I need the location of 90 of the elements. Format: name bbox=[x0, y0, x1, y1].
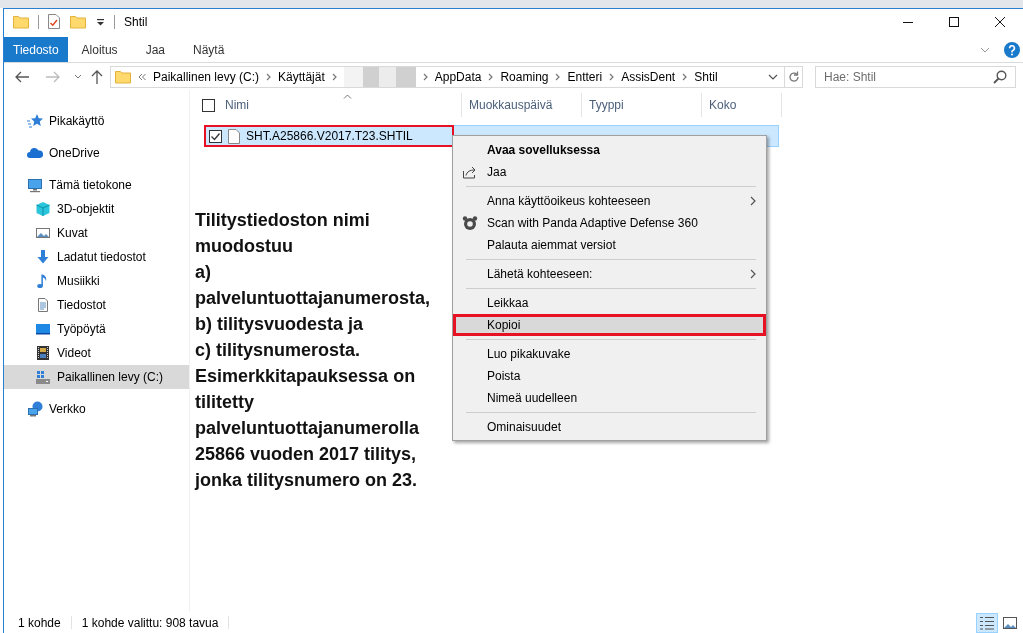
customize-caret-icon[interactable] bbox=[96, 17, 105, 26]
monitor-icon bbox=[27, 177, 43, 193]
breadcrumb[interactable]: Entteri bbox=[567, 69, 603, 84]
column-header[interactable]: Muokkauspäivä bbox=[462, 93, 582, 117]
sidebar-item[interactable]: Ladatut tiedostot bbox=[4, 245, 189, 269]
menu-item[interactable]: Scan with Panda Adaptive Defense 360 bbox=[453, 212, 766, 234]
chevron-right-icon[interactable] bbox=[682, 72, 688, 81]
dropdown-caret-icon[interactable] bbox=[768, 73, 778, 80]
breadcrumb[interactable]: AppData bbox=[434, 69, 482, 84]
star-icon bbox=[27, 113, 43, 129]
chevron-right-icon[interactable] bbox=[331, 72, 337, 81]
sidebar-item[interactable]: Videot bbox=[4, 341, 189, 365]
status-text: 1 kohde bbox=[18, 615, 61, 630]
address-bar[interactable]: Paikallinen levy (C:) Käyttäjät AppData Roaming Entteri AssisDent Shtil bbox=[110, 65, 785, 88]
share-icon bbox=[462, 165, 478, 179]
refresh-button[interactable] bbox=[785, 65, 803, 88]
status-text: 1 kohde valittu: 908 tavua bbox=[81, 615, 219, 630]
menu-item[interactable]: Anna käyttöoikeus kohteeseen bbox=[453, 190, 766, 212]
ring-icon bbox=[462, 215, 478, 231]
file-icon bbox=[228, 128, 240, 144]
sidebar-item[interactable]: Verkko bbox=[4, 397, 189, 421]
close-icon[interactable] bbox=[995, 16, 1005, 27]
view-button[interactable] bbox=[976, 612, 998, 633]
chevron-right-icon[interactable] bbox=[266, 72, 272, 81]
double-chevron-icon[interactable] bbox=[138, 72, 146, 81]
desktop-icon bbox=[35, 321, 51, 337]
sidebar-item[interactable]: Paikallinen levy (C:) bbox=[4, 365, 189, 389]
menu-item[interactable]: Nimeä uudelleen bbox=[453, 387, 766, 409]
annotation-text: Tilitystiedoston nimi muodostuu a) palveluntuottajanumerosta, b) tilitysvuodesta ja c) tilitysnumerosta. Esimerkkitapauksessa on tilitetty palveluntuottajanumerolla 25866 vuoden 2017 tilitys, jonka tilitysnumero on 23. bbox=[195, 209, 431, 492]
sidebar-item[interactable]: Kuvat bbox=[4, 221, 189, 245]
chevron-right-icon[interactable] bbox=[422, 72, 428, 81]
sidebar-item[interactable]: Musiikki bbox=[4, 269, 189, 293]
sidebar-item[interactable]: Pikakäyttö bbox=[4, 109, 189, 133]
help-icon[interactable] bbox=[1004, 41, 1020, 58]
search-field[interactable]: Hae: Shtil bbox=[815, 65, 1016, 88]
sidebar-item[interactable]: 3D-objektit bbox=[4, 197, 189, 221]
menu-item[interactable]: Avaa sovelluksessa bbox=[453, 139, 766, 161]
menu-item[interactable]: Ominaisuudet bbox=[453, 416, 766, 438]
sidebar-item[interactable]: Tämä tietokone bbox=[4, 173, 189, 197]
search-icon[interactable] bbox=[993, 69, 1007, 84]
down-arrow-icon bbox=[35, 249, 51, 265]
menu-item[interactable]: Palauta aiemmat versiot bbox=[453, 234, 766, 256]
chevron-right-icon bbox=[750, 196, 756, 206]
refresh-icon bbox=[787, 70, 800, 83]
cloud-icon bbox=[27, 145, 43, 161]
chevron-right-icon bbox=[750, 269, 756, 279]
chevron-right-icon[interactable] bbox=[488, 72, 494, 81]
drive-icon bbox=[35, 369, 51, 385]
folder-icon bbox=[115, 69, 131, 84]
breadcrumb[interactable]: Shtil bbox=[694, 69, 718, 84]
sidebar-item[interactable]: OneDrive bbox=[4, 141, 189, 165]
chevron-down-icon[interactable] bbox=[980, 46, 990, 53]
cube-icon bbox=[35, 201, 51, 217]
film-icon bbox=[35, 345, 51, 361]
sort-caret-icon bbox=[343, 94, 352, 99]
column-header[interactable]: Tyyppi bbox=[582, 93, 702, 117]
checkbox-icon[interactable] bbox=[202, 98, 215, 112]
column-header[interactable]: Nimi bbox=[225, 93, 462, 117]
file-name: SHT.A25866.V2017.T23.SHTIL bbox=[246, 129, 413, 143]
document-icon bbox=[35, 297, 51, 313]
breadcrumb[interactable]: AssisDent bbox=[621, 69, 676, 84]
breadcrumb[interactable]: Roaming bbox=[500, 69, 549, 84]
ribbon-tab[interactable]: Aloitus bbox=[67, 37, 132, 62]
sidebar-item[interactable]: Tiedostot bbox=[4, 293, 189, 317]
menu-item[interactable]: Lähetä kohteeseen: bbox=[453, 263, 766, 285]
network-icon bbox=[27, 401, 43, 417]
column-header[interactable]: Koko bbox=[702, 93, 782, 117]
back-arrow-icon[interactable] bbox=[15, 70, 29, 83]
chevron-right-icon[interactable] bbox=[609, 72, 615, 81]
menu-item[interactable]: Luo pikakuvake bbox=[453, 343, 766, 365]
large-icons-view-icon bbox=[1002, 615, 1018, 630]
checked-document-icon[interactable] bbox=[48, 14, 60, 29]
breadcrumb[interactable]: Paikallinen levy (C:) bbox=[153, 69, 260, 84]
picture-icon bbox=[35, 225, 51, 241]
sidebar-item[interactable]: Työpöytä bbox=[4, 317, 189, 341]
window-title: Shtil bbox=[124, 14, 148, 29]
ribbon-tab[interactable]: Näytä bbox=[179, 37, 239, 62]
checked-checkbox-icon[interactable] bbox=[209, 129, 222, 143]
file-menu-tab[interactable]: Tiedosto bbox=[4, 37, 68, 62]
ribbon-tab[interactable]: Jaa bbox=[131, 37, 179, 62]
menu-item[interactable]: Leikkaa bbox=[453, 292, 766, 314]
menu-item[interactable]: Kopioi bbox=[453, 314, 766, 336]
chevron-right-icon[interactable] bbox=[555, 72, 561, 81]
maximize-icon[interactable] bbox=[949, 16, 959, 27]
details-view-icon bbox=[979, 615, 995, 630]
menu-item[interactable]: Jaa bbox=[453, 161, 766, 183]
menu-item[interactable]: Poista bbox=[453, 365, 766, 387]
recent-caret-icon[interactable] bbox=[74, 74, 82, 79]
up-arrow-icon[interactable] bbox=[91, 69, 103, 84]
breadcrumb[interactable]: Käyttäjät bbox=[278, 69, 325, 84]
